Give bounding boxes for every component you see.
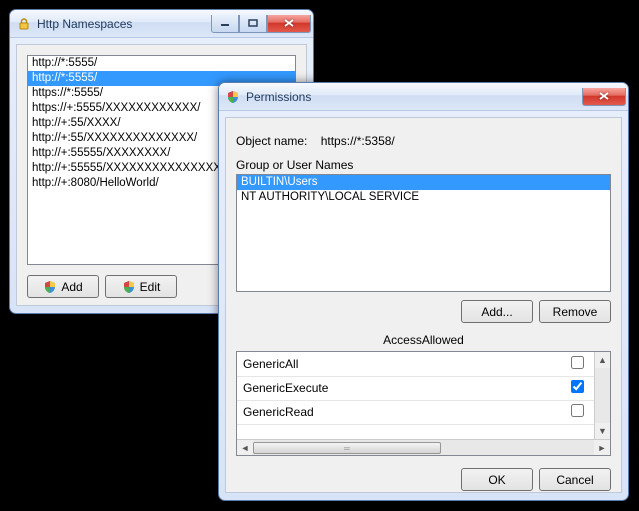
shield-icon <box>43 280 57 294</box>
edit-button[interactable]: Edit <box>105 275 177 298</box>
permissions-window: Permissions Object name: https://*:5358/… <box>218 82 629 501</box>
object-name-label: Object name: <box>236 134 307 148</box>
window-title: Http Namespaces <box>37 17 211 31</box>
table-row: GenericAll <box>237 352 594 376</box>
object-name-value: https://*:5358/ <box>321 134 395 148</box>
table-row: GenericExecute <box>237 376 594 400</box>
add-group-button[interactable]: Add... <box>461 300 533 323</box>
access-allowed-header: AccessAllowed <box>236 333 611 347</box>
list-item[interactable]: http://*:5555/ <box>28 56 295 71</box>
maximize-button[interactable] <box>239 15 267 33</box>
add-button-label: Add <box>61 280 82 294</box>
minimize-button[interactable] <box>211 15 239 33</box>
close-button[interactable] <box>267 15 311 33</box>
permissions-list: GenericAllGenericExecuteGenericRead ▲ ▼ … <box>236 351 611 456</box>
permission-checkbox[interactable] <box>571 356 584 369</box>
edit-button-label: Edit <box>140 280 161 294</box>
permission-checkbox-cell <box>560 352 594 376</box>
remove-group-button[interactable]: Remove <box>539 300 611 323</box>
permission-checkbox[interactable] <box>571 404 584 417</box>
groups-label: Group or User Names <box>236 158 611 172</box>
groups-listbox[interactable]: BUILTIN\UsersNT AUTHORITY\LOCAL SERVICE <box>236 174 611 292</box>
permission-name: GenericRead <box>237 400 560 424</box>
table-row: GenericRead <box>237 400 594 424</box>
window-title: Permissions <box>246 90 582 104</box>
shield-icon <box>225 89 241 105</box>
scroll-down-icon[interactable]: ▼ <box>595 423 610 439</box>
cancel-button[interactable]: Cancel <box>539 468 611 491</box>
vertical-scrollbar[interactable]: ▲ ▼ <box>594 352 610 439</box>
titlebar[interactable]: Permissions <box>219 83 628 111</box>
titlebar[interactable]: Http Namespaces <box>10 10 313 38</box>
close-button[interactable] <box>582 88 626 106</box>
scroll-left-icon[interactable]: ◄ <box>237 440 253 456</box>
add-button[interactable]: Add <box>27 275 99 298</box>
shield-icon <box>122 280 136 294</box>
scroll-right-icon[interactable]: ► <box>594 440 610 456</box>
scroll-thumb[interactable]: ═ <box>253 442 441 454</box>
list-item[interactable]: BUILTIN\Users <box>237 175 610 190</box>
permission-name: GenericExecute <box>237 376 560 400</box>
scroll-up-icon[interactable]: ▲ <box>595 352 610 368</box>
horizontal-scrollbar[interactable]: ◄ ═ ► <box>237 439 610 455</box>
list-item[interactable]: NT AUTHORITY\LOCAL SERVICE <box>237 190 610 205</box>
permission-checkbox-cell <box>560 376 594 400</box>
permission-checkbox[interactable] <box>571 380 584 393</box>
permission-name: GenericAll <box>237 352 560 376</box>
permission-checkbox-cell <box>560 400 594 424</box>
ok-button[interactable]: OK <box>461 468 533 491</box>
lock-icon <box>16 16 32 32</box>
